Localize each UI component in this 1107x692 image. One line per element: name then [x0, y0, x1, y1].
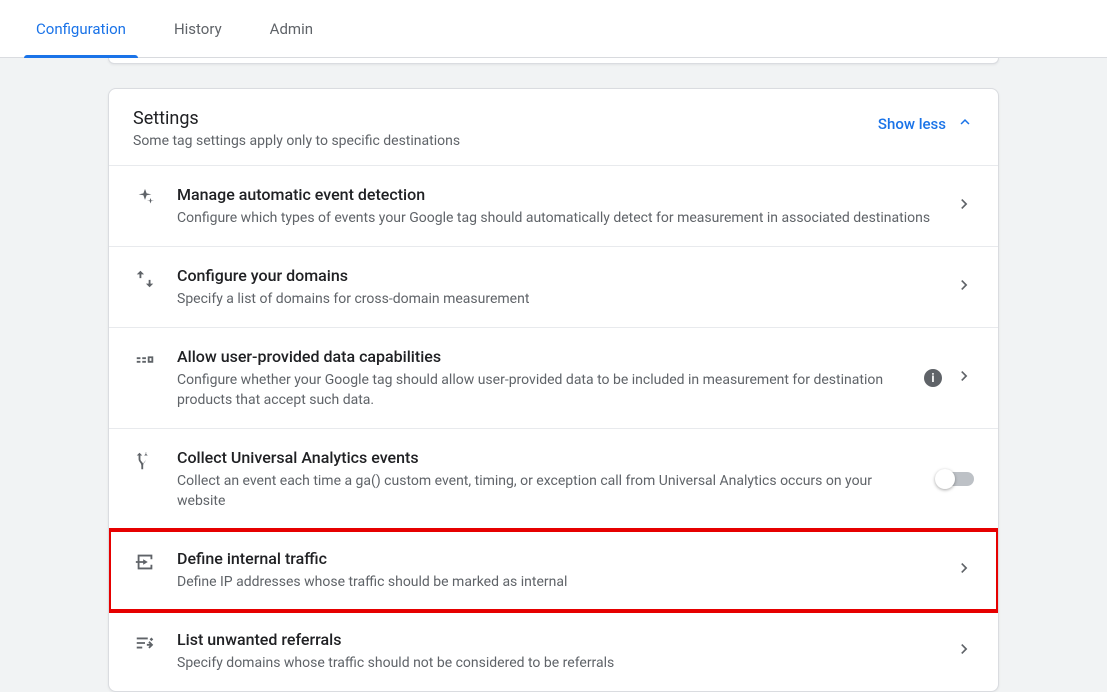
tab-configuration[interactable]: Configuration: [12, 0, 150, 58]
row-desc: Specify domains whose traffic should not…: [177, 653, 934, 673]
enter-box-icon: [133, 550, 157, 574]
merge-arrows-icon: [133, 267, 157, 291]
settings-card: Settings Some tag settings apply only to…: [108, 88, 999, 692]
row-title: Configure your domains: [177, 265, 934, 287]
row-title: Define internal traffic: [177, 548, 934, 570]
fork-icon: [133, 449, 157, 473]
tab-bar: Configuration History Admin: [0, 0, 1107, 58]
toggle-knob: [935, 469, 955, 489]
settings-header: Settings Some tag settings apply only to…: [109, 89, 998, 166]
previous-card-remnant: [108, 58, 999, 64]
row-title: Manage automatic event detection: [177, 184, 934, 206]
row-desc: Configure which types of events your Goo…: [177, 208, 934, 228]
row-define-internal-traffic[interactable]: Define internal traffic Define IP addres…: [109, 530, 998, 611]
show-less-toggle[interactable]: Show less: [878, 113, 974, 135]
chevron-up-icon: [956, 113, 974, 135]
settings-title: Settings: [133, 107, 460, 131]
row-title: Collect Universal Analytics events: [177, 447, 918, 469]
info-icon[interactable]: i: [924, 369, 942, 387]
data-card-icon: [133, 348, 157, 372]
list-filter-icon: [133, 631, 157, 655]
row-configure-your-domains[interactable]: Configure your domains Specify a list of…: [109, 247, 998, 328]
row-desc: Specify a list of domains for cross-doma…: [177, 289, 934, 309]
page-background: Settings Some tag settings apply only to…: [0, 58, 1107, 692]
tab-admin[interactable]: Admin: [246, 0, 337, 58]
chevron-right-icon: [954, 275, 974, 299]
row-desc: Collect an event each time a ga() custom…: [177, 471, 918, 511]
chevron-right-icon: [954, 366, 974, 390]
settings-subtitle: Some tag settings apply only to specific…: [133, 133, 460, 149]
row-title: Allow user-provided data capabilities: [177, 346, 904, 368]
chevron-right-icon: [954, 558, 974, 582]
row-desc: Configure whether your Google tag should…: [177, 370, 904, 410]
chevron-right-icon: [954, 639, 974, 663]
row-list-unwanted-referrals[interactable]: List unwanted referrals Specify domains …: [109, 611, 998, 691]
row-collect-universal-analytics-events: Collect Universal Analytics events Colle…: [109, 429, 998, 530]
row-manage-automatic-event-detection[interactable]: Manage automatic event detection Configu…: [109, 166, 998, 247]
row-title: List unwanted referrals: [177, 629, 934, 651]
row-desc: Define IP addresses whose traffic should…: [177, 572, 934, 592]
chevron-right-icon: [954, 194, 974, 218]
ua-events-toggle[interactable]: [938, 472, 974, 486]
show-less-label: Show less: [878, 115, 946, 133]
tab-history[interactable]: History: [150, 0, 246, 58]
sparkle-icon: [133, 186, 157, 210]
row-allow-user-provided-data[interactable]: Allow user-provided data capabilities Co…: [109, 328, 998, 429]
